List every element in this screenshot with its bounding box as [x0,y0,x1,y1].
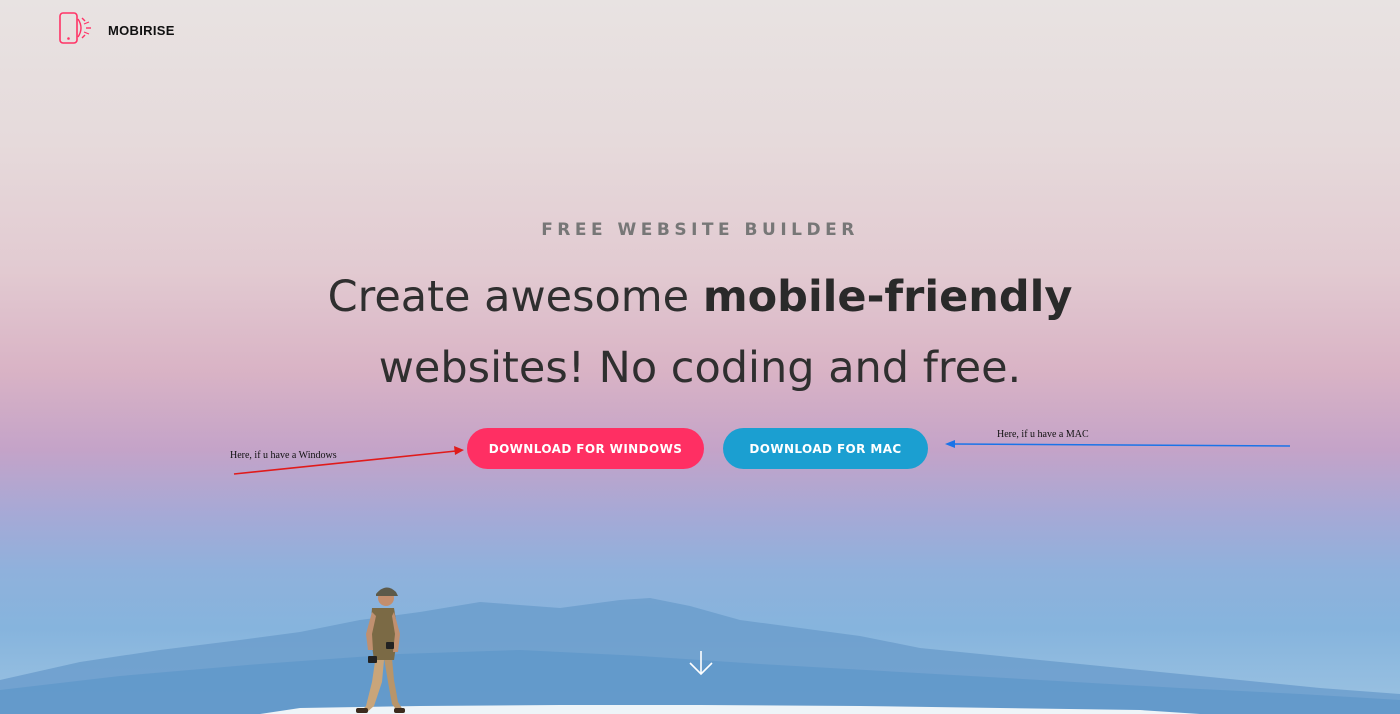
hero-title: Create awesome mobile-friendly websites!… [0,262,1400,404]
brand-name: MOBIRISE [108,23,175,38]
hero-title-line2: websites! No coding and free. [378,343,1022,393]
download-mac-button[interactable]: DOWNLOAD FOR MAC [723,428,928,469]
arrow-down-icon[interactable] [686,648,716,678]
annotation-mac-note: Here, if u have a MAC [997,429,1089,440]
annotation-windows-note: Here, if u have a Windows [230,450,337,461]
hero-title-part1: Create awesome [327,272,703,322]
hero-eyebrow: FREE WEBSITE BUILDER [541,220,859,240]
navbar-brand[interactable]: MOBIRISE [58,12,175,49]
mobile-phone-icon [58,12,96,49]
download-windows-button[interactable]: DOWNLOAD FOR WINDOWS [467,428,704,469]
hero-title-bold: mobile-friendly [702,272,1073,322]
